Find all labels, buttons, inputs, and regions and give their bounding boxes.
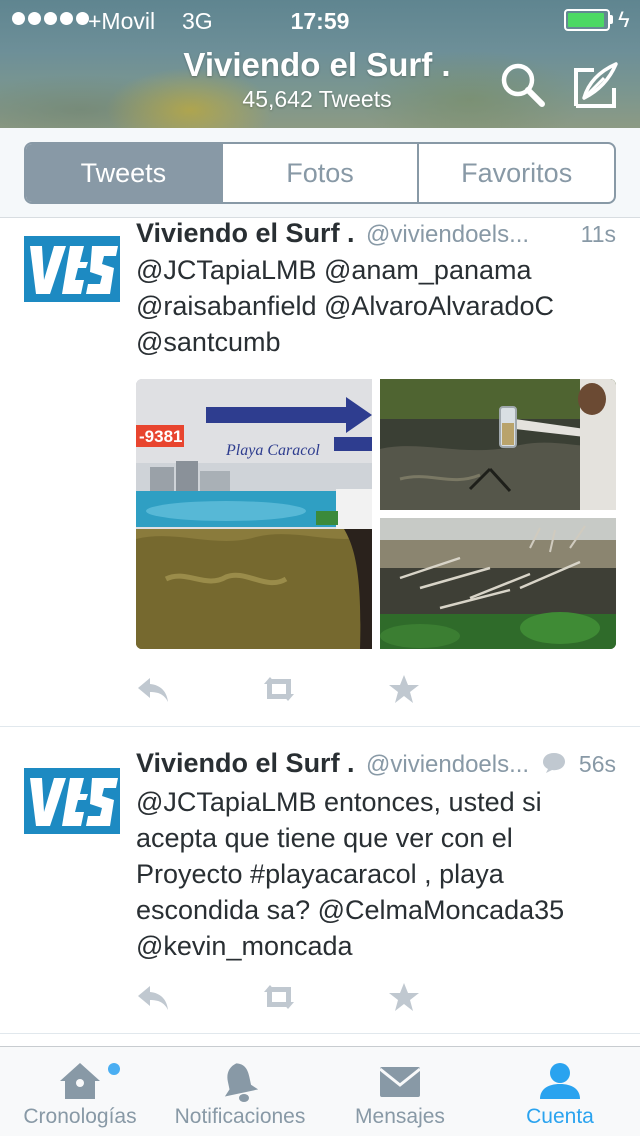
avatar[interactable] [24, 768, 120, 834]
tab-notificaciones[interactable]: Notificaciones [160, 1047, 320, 1136]
unread-dot [108, 1063, 120, 1075]
tweet-text-line: Proyecto #playacaracol , playa [136, 859, 504, 889]
tweet-actions [136, 982, 436, 1012]
favorite-button[interactable] [388, 982, 422, 1012]
retweet-button[interactable] [260, 674, 294, 704]
tweet-photo-billboard[interactable]: -9381 Playa Caracol [136, 379, 372, 649]
reply-icon [138, 986, 168, 1010]
conversation-icon [542, 752, 566, 779]
tweet-item[interactable]: Viviendo el Surf . @viviendoels... 56s @… [0, 728, 640, 1034]
home-icon [60, 1063, 100, 1099]
tab-label: Cuenta [526, 1105, 594, 1128]
charging-icon: ϟ [618, 7, 630, 32]
profile-header: +Movil 3G 17:59 ϟ Viviendo el Surf . 45,… [0, 0, 640, 128]
tweet-text-line: @JCTapiaLMB @anam_panama [136, 255, 532, 285]
search-button[interactable] [498, 60, 548, 110]
tweet-author-name[interactable]: Viviendo el Surf . [136, 218, 355, 249]
search-icon [501, 63, 545, 107]
tab-label: Cronologías [23, 1105, 137, 1128]
tweet-text-line: @raisabanfield @AlvaroAlvaradoC [136, 291, 555, 321]
retweet-button[interactable] [260, 982, 294, 1012]
tweet-text: @JCTapiaLMB @anam_panama @raisabanfield … [136, 252, 606, 360]
star-icon [389, 983, 419, 1011]
tweet-text-line: @kevin_moncada [136, 931, 353, 961]
compose-icon [574, 62, 618, 108]
compose-button[interactable] [570, 60, 620, 110]
tweet-item[interactable]: Viviendo el Surf . @viviendoels... 11s @… [0, 218, 640, 727]
person-icon [540, 1063, 580, 1099]
tweet-text-line: @santcumb [136, 327, 281, 357]
tweet-author-name[interactable]: Viviendo el Surf . [136, 748, 355, 779]
tweet-photo-dead-mangrove[interactable] [380, 518, 616, 649]
tab-cronologias[interactable]: Cronologías [0, 1047, 160, 1136]
retweet-icon [264, 677, 294, 701]
segment-bar: Tweets Fotos Favoritos [0, 128, 640, 218]
tweet-text-line: escondida sa? @CelmaMoncada35 [136, 895, 565, 925]
tweet-timestamp: 11s [580, 221, 616, 247]
tweet-author-handle[interactable]: @viviendoels... [366, 221, 529, 249]
tweet-text-line: acepta que tiene que ver con el [136, 823, 513, 853]
tweet-text: @JCTapiaLMB entonces, usted si acepta qu… [136, 784, 606, 964]
tab-label: Mensajes [355, 1105, 445, 1128]
tweet-actions [136, 674, 436, 704]
tweet-text-line: @JCTapiaLMB entonces, usted si [136, 787, 542, 817]
tweet-timestamp: 56s [578, 751, 616, 777]
reply-button[interactable] [136, 982, 170, 1012]
tab-tweets[interactable]: Tweets [26, 144, 223, 202]
billboard-phone: -9381 [139, 427, 182, 446]
star-icon [389, 675, 419, 703]
tab-favoritos[interactable]: Favoritos [419, 144, 614, 202]
bell-icon [224, 1063, 259, 1102]
battery-icon [564, 9, 610, 31]
envelope-icon [379, 1067, 421, 1097]
tweet-photo-water-sample[interactable] [380, 379, 616, 510]
status-bar: +Movil 3G 17:59 ϟ [0, 0, 640, 40]
segmented-control: Tweets Fotos Favoritos [24, 142, 616, 204]
tab-label: Notificaciones [174, 1105, 306, 1128]
reply-icon [138, 678, 168, 702]
tab-fotos[interactable]: Fotos [223, 144, 420, 202]
tweet-media-grid[interactable]: -9381 Playa Caracol [136, 379, 616, 649]
tweet-header: Viviendo el Surf . @viviendoels... 56s [136, 748, 616, 782]
tweet-author-handle[interactable]: @viviendoels... [366, 751, 529, 779]
favorite-button[interactable] [388, 674, 422, 704]
tab-mensajes[interactable]: Mensajes [320, 1047, 480, 1136]
billboard-brand: Playa Caracol [225, 442, 320, 459]
reply-button[interactable] [136, 674, 170, 704]
tab-cuenta[interactable]: Cuenta [480, 1047, 640, 1136]
tweet-header: Viviendo el Surf . @viviendoels... 11s [136, 218, 616, 252]
tab-bar: Cronologías Notificaciones Mensajes Cuen… [0, 1046, 640, 1136]
retweet-icon [264, 985, 294, 1009]
status-time: 17:59 [290, 8, 350, 34]
avatar[interactable] [24, 236, 120, 302]
